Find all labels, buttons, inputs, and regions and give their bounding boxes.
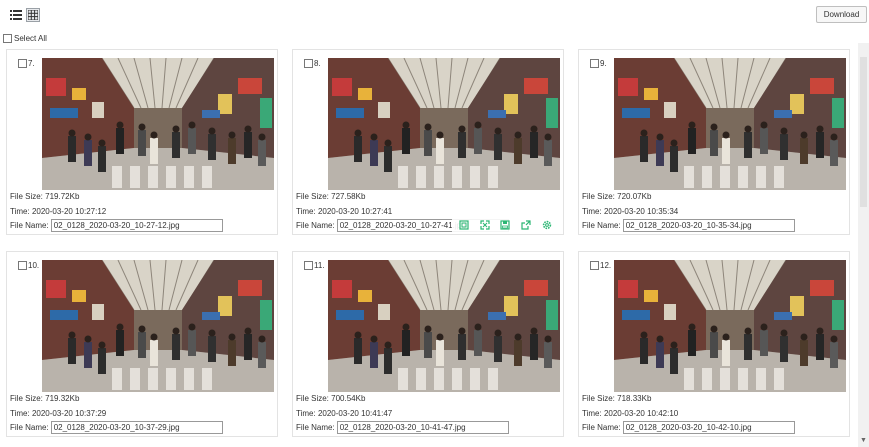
card-select[interactable]: 7. <box>18 59 35 68</box>
grid-icon <box>28 10 38 20</box>
file-name: File Name: <box>296 421 509 434</box>
capture-time: Time: 2020-03-20 10:35:34 <box>582 207 679 216</box>
file-name: File Name: <box>10 421 223 434</box>
card-checkbox[interactable] <box>304 59 313 68</box>
card-select[interactable]: 9. <box>590 59 607 68</box>
card-select[interactable]: 11. <box>304 261 325 270</box>
card-index: 12. <box>600 261 612 270</box>
file-size: File Size: 719.32Kb <box>10 394 80 403</box>
image-grid: 7. File Size: 719.72Kb Time: 2020-03-20 … <box>0 43 858 447</box>
capture-time: Time: 2020-03-20 10:42:10 <box>582 409 679 418</box>
list-view-button[interactable] <box>9 8 23 22</box>
file-size: File Size: 700.54Kb <box>296 394 366 403</box>
capture-time: Time: 2020-03-20 10:41:47 <box>296 409 393 418</box>
file-name: File Name: <box>582 421 795 434</box>
file-name: File Name: <box>10 219 223 232</box>
card-select[interactable]: 8. <box>304 59 321 68</box>
file-size: File Size: 720.07Kb <box>582 192 652 201</box>
card-checkbox[interactable] <box>590 261 599 270</box>
scroll-down-icon[interactable]: ▼ <box>860 437 867 445</box>
capture-time: Time: 2020-03-20 10:27:12 <box>10 207 107 216</box>
file-name-input[interactable] <box>336 421 509 434</box>
card-checkbox[interactable] <box>590 59 599 68</box>
select-all-label: Select All <box>14 34 47 43</box>
card-select[interactable]: 12. <box>590 261 611 270</box>
file-name-input[interactable] <box>50 219 223 232</box>
card-index: 11. <box>314 261 325 270</box>
copy-icon[interactable] <box>457 218 471 232</box>
file-size: File Size: 718.33Kb <box>582 394 652 403</box>
fullscreen-icon[interactable] <box>478 218 492 232</box>
save-icon[interactable] <box>498 218 512 232</box>
card-select[interactable]: 10. <box>18 261 39 270</box>
card-checkbox[interactable] <box>304 261 313 270</box>
file-name-input[interactable] <box>622 421 795 434</box>
thumbnail-image[interactable] <box>42 58 274 190</box>
grid-view-button[interactable] <box>26 8 40 22</box>
file-name: File Name: <box>582 219 795 232</box>
file-name-input[interactable] <box>622 219 795 232</box>
image-card: 12. File Size: 718.33Kb Time: 2020-03-20… <box>578 251 850 437</box>
card-index: 7. <box>28 59 35 68</box>
select-all-checkbox[interactable] <box>3 34 12 43</box>
export-icon[interactable] <box>519 218 533 232</box>
file-name-input[interactable] <box>50 421 223 434</box>
toolbar: Download <box>0 0 869 30</box>
thumbnail-image[interactable] <box>614 58 846 190</box>
capture-time: Time: 2020-03-20 10:27:41 <box>296 207 393 216</box>
card-index: 10. <box>28 261 40 270</box>
select-all[interactable]: Select All <box>3 34 47 43</box>
image-card: 11. File Size: 700.54Kb Time: 2020-03-20… <box>292 251 564 437</box>
file-size: File Size: 719.72Kb <box>10 192 80 201</box>
image-card: 10. File Size: 719.32Kb Time: 2020-03-20… <box>6 251 278 437</box>
image-action-bar <box>452 216 559 233</box>
thumbnail-image[interactable] <box>328 58 560 190</box>
thumbnail-image[interactable] <box>328 260 560 392</box>
vertical-scrollbar[interactable]: ▲ ▼ <box>858 43 869 447</box>
card-index: 9. <box>600 59 607 68</box>
image-card: 8. File Size: 727.58Kb Time: 2020-03-20 … <box>292 49 564 235</box>
image-card: 7. File Size: 719.72Kb Time: 2020-03-20 … <box>6 49 278 235</box>
card-checkbox[interactable] <box>18 59 27 68</box>
scroll-thumb[interactable] <box>860 57 867 207</box>
download-button[interactable]: Download <box>816 6 867 23</box>
card-checkbox[interactable] <box>18 261 27 270</box>
image-card: 9. File Size: 720.07Kb Time: 2020-03-20 … <box>578 49 850 235</box>
card-index: 8. <box>314 59 321 68</box>
thumbnail-image[interactable] <box>42 260 274 392</box>
capture-time: Time: 2020-03-20 10:37:29 <box>10 409 107 418</box>
list-icon <box>10 10 22 20</box>
thumbnail-image[interactable] <box>614 260 846 392</box>
settings-icon[interactable] <box>540 218 554 232</box>
file-size: File Size: 727.58Kb <box>296 192 366 201</box>
